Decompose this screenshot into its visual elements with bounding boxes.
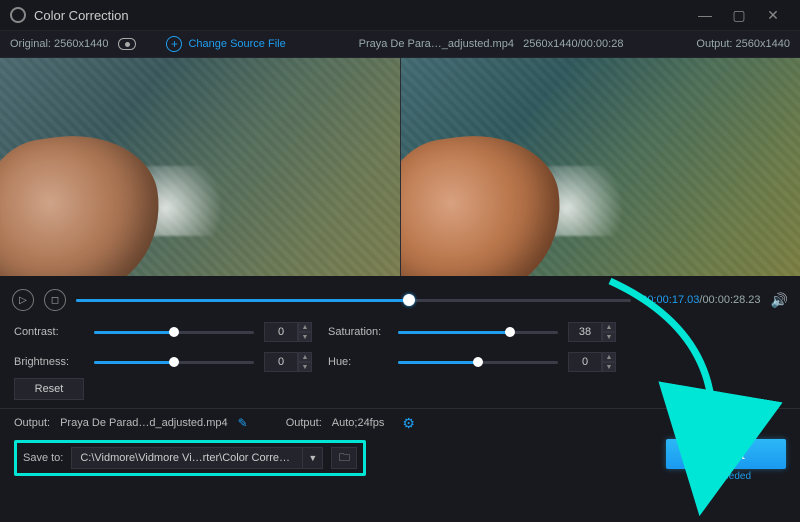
chevron-up-icon[interactable]: ▲ <box>298 352 312 362</box>
save-path-field[interactable]: C:\Vidmore\Vidmore Vi…rter\Color Correct… <box>71 447 323 469</box>
change-source-label: Change Source File <box>188 38 285 50</box>
minimize-button[interactable]: — <box>688 0 722 30</box>
plus-circle-icon: + <box>166 36 182 52</box>
reset-button[interactable]: Reset <box>14 378 84 400</box>
brightness-stepper[interactable]: 0▲▼ <box>264 352 318 372</box>
preview-adjusted <box>401 58 800 276</box>
contrast-label: Contrast: <box>14 326 84 338</box>
stop-button[interactable]: ◻ <box>44 289 66 311</box>
save-to-highlight: Save to: C:\Vidmore\Vidmore Vi…rter\Colo… <box>14 440 366 476</box>
file-info: Praya De Para…_adjusted.mp4 2560x1440/00… <box>296 38 687 50</box>
title-bar: Color Correction — ▢ ✕ <box>0 0 800 30</box>
save-path-text: C:\Vidmore\Vidmore Vi…rter\Color Correct… <box>72 452 302 464</box>
hue-stepper[interactable]: 0▲▼ <box>568 352 622 372</box>
chevron-down-icon[interactable]: ▼ <box>298 362 312 372</box>
hue-slider[interactable] <box>398 355 558 369</box>
contrast-stepper[interactable]: 0▲▼ <box>264 322 318 342</box>
play-button[interactable]: ▷ <box>12 289 34 311</box>
output-row: Output: Praya De Parad…d_adjusted.mp4 ✎ … <box>0 411 800 435</box>
edit-filename-icon[interactable]: ✎ <box>238 416 248 430</box>
change-source-button[interactable]: + Change Source File <box>166 36 285 52</box>
output-format-label: Output: <box>286 417 322 429</box>
hue-label: Hue: <box>328 356 388 368</box>
export-button[interactable]: Export <box>666 439 786 469</box>
volume-icon[interactable]: 🔊 <box>771 292 788 309</box>
export-status: Succeeded <box>666 471 786 482</box>
close-button[interactable]: ✕ <box>756 0 790 30</box>
contrast-slider[interactable] <box>94 325 254 339</box>
saturation-label: Saturation: <box>328 326 388 338</box>
chevron-up-icon[interactable]: ▲ <box>602 352 616 362</box>
open-folder-button[interactable]: 🗀 <box>331 447 357 469</box>
time-display: 00:00:17.03/00:00:28.23 <box>641 294 760 306</box>
saturation-slider[interactable] <box>398 325 558 339</box>
chevron-down-icon[interactable]: ▼ <box>602 332 616 342</box>
app-logo-icon <box>10 7 26 23</box>
original-label: Original: 2560x1440 <box>10 38 108 50</box>
output-format-value: Auto;24fps <box>332 417 385 429</box>
preview-area <box>0 58 800 276</box>
window-title: Color Correction <box>34 8 129 23</box>
info-bar: Original: 2560x1440 + Change Source File… <box>0 30 800 58</box>
chevron-down-icon[interactable]: ▼ <box>602 362 616 372</box>
seek-slider[interactable] <box>76 292 631 308</box>
chevron-up-icon[interactable]: ▲ <box>298 322 312 332</box>
chevron-down-icon[interactable]: ▼ <box>298 332 312 342</box>
chevron-up-icon[interactable]: ▲ <box>602 322 616 332</box>
brightness-slider[interactable] <box>94 355 254 369</box>
adjustments-panel: Contrast: 0▲▼ Saturation: 38▲▼ Brightnes… <box>0 316 800 374</box>
save-row: Save to: C:\Vidmore\Vidmore Vi…rter\Colo… <box>0 435 800 481</box>
preview-original <box>0 58 401 276</box>
saturation-stepper[interactable]: 38▲▼ <box>568 322 622 342</box>
transport-bar: ▷ ◻ 00:00:17.03/00:00:28.23 🔊 <box>0 284 800 316</box>
path-dropdown-icon[interactable]: ▼ <box>302 447 322 469</box>
settings-gear-icon[interactable]: ⚙ <box>402 415 415 432</box>
output-info: Output: 2560x1440 <box>696 38 790 50</box>
output-file-name: Praya De Parad…d_adjusted.mp4 <box>60 417 228 429</box>
output-file-label: Output: <box>14 417 50 429</box>
brightness-label: Brightness: <box>14 356 84 368</box>
eye-icon[interactable] <box>118 38 136 50</box>
save-to-label: Save to: <box>23 452 63 464</box>
maximize-button[interactable]: ▢ <box>722 0 756 30</box>
